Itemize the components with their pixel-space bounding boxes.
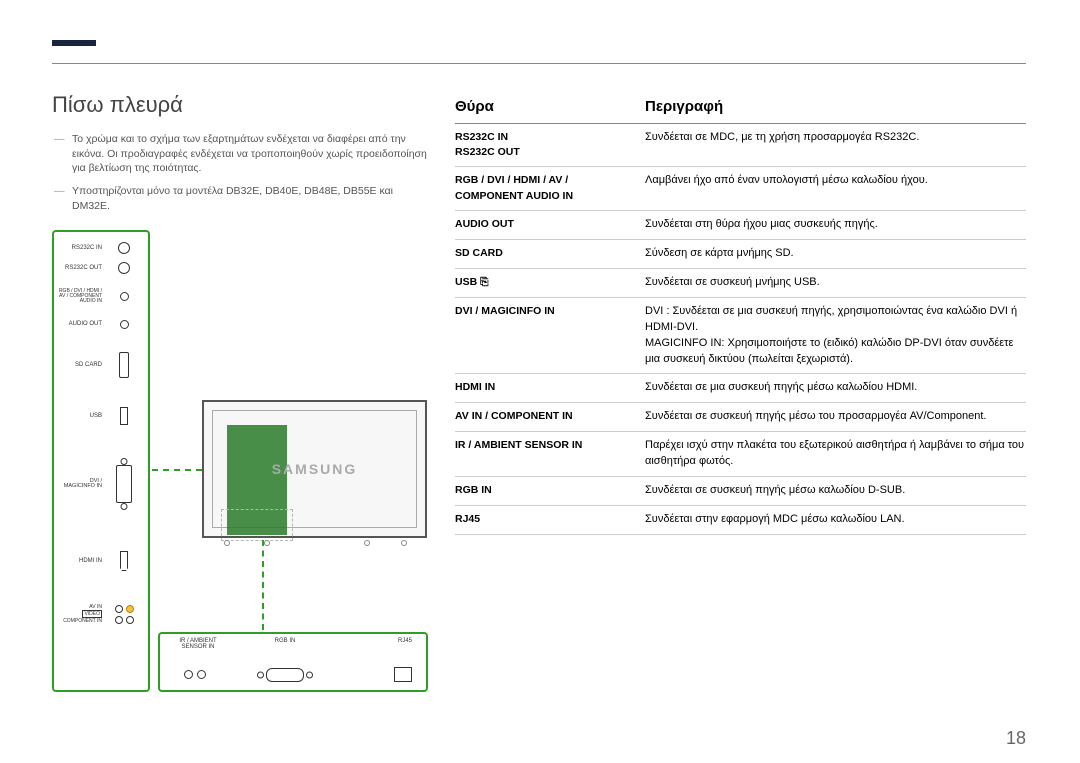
label-rgb-in: RGB IN: [230, 638, 340, 650]
table-row: SD CARDΣύνδεση σε κάρτα μνήμης SD.: [455, 239, 1026, 268]
left-column: Πίσω πλευρά Το χρώμα και το σχήμα των εξ…: [52, 92, 430, 221]
th-desc: Περιγραφή: [645, 98, 1026, 124]
port-sd-card-icon: [119, 352, 129, 378]
label-rs232c-in: RS232C IN: [58, 245, 106, 251]
port-ir-sensor-icon: [184, 670, 206, 679]
table-row: RJ45Συνδέεται στην εφαρμογή MDC μέσω καλ…: [455, 506, 1026, 535]
table-row: DVI / MAGICINFO INDVI : Συνδέεται σε μια…: [455, 297, 1026, 374]
label-video-badge: VIDEO: [82, 610, 102, 618]
table-row: HDMI INΣυνδέεται σε μια συσκευή πηγής μέ…: [455, 374, 1026, 403]
label-dvi-magicinfo: DVI / MAGICINFO IN: [58, 479, 106, 490]
side-port-panel: RS232C IN RS232C OUT RGB / DVI / HDMI / …: [52, 230, 150, 692]
th-port: Θύρα: [455, 98, 645, 124]
label-ir-sensor: IR / AMBIENT SENSOR IN: [160, 638, 230, 650]
label-hdmi-in: HDMI IN: [58, 558, 106, 564]
label-component-in: COMPONENT IN: [63, 618, 102, 624]
bottom-port-panel: IR / AMBIENT SENSOR IN RGB IN RJ45: [158, 632, 428, 692]
note-color-shape: Το χρώμα και το σχήμα των εξαρτημάτων εν…: [52, 132, 430, 176]
table-row: AV IN / COMPONENT INΣυνδέεται σε συσκευή…: [455, 403, 1026, 432]
label-rj45: RJ45: [340, 638, 426, 650]
port-rs232c-out-icon: [118, 262, 130, 274]
label-rs232c-out: RS232C OUT: [58, 265, 106, 271]
table-row: USB ⎘Συνδέεται σε συσκευή μνήμης USB.: [455, 268, 1026, 297]
port-audio-in-icon: [120, 292, 129, 301]
table-row: RGB INΣυνδέεται σε συσκευή πηγής μέσω κα…: [455, 477, 1026, 506]
connector-dash-horizontal: [152, 469, 202, 471]
page-number: 18: [1006, 728, 1026, 749]
page-title: Πίσω πλευρά: [52, 92, 430, 118]
table-row: RGB / DVI / HDMI / AV / COMPONENT AUDIO …: [455, 167, 1026, 210]
header-accent: [52, 40, 96, 46]
ports-table: Θύρα Περιγραφή RS232C IN RS232C OUTΣυνδέ…: [455, 98, 1026, 535]
port-rs232c-in-icon: [118, 242, 130, 254]
header-rule: [52, 63, 1026, 64]
table-row: IR / AMBIENT SENSOR INΠαρέχει ισχύ στην …: [455, 432, 1026, 477]
label-audio-out: AUDIO OUT: [58, 321, 106, 327]
port-audio-out-icon: [120, 320, 129, 329]
port-usb-icon: [120, 407, 128, 425]
rear-diagram: RS232C IN RS232C OUT RGB / DVI / HDMI / …: [52, 230, 430, 692]
port-dvi-icon: [116, 465, 132, 503]
label-sd-card: SD CARD: [58, 362, 106, 368]
monitor-outline: SAMSUNG: [202, 400, 427, 538]
label-audio-in: RGB / DVI / HDMI / AV / COMPONENT AUDIO …: [58, 289, 106, 304]
ports-table-wrapper: Θύρα Περιγραφή RS232C IN RS232C OUTΣυνδέ…: [455, 98, 1026, 535]
note-supported-models: Υποστηρίζονται μόνο τα μοντέλα DB32E, DB…: [52, 184, 430, 213]
port-av-component-icon: [115, 605, 134, 624]
port-rj45-icon: [394, 667, 412, 682]
label-usb: USB: [58, 413, 106, 419]
monitor-pcb: [227, 425, 287, 535]
port-hdmi-icon: [120, 551, 128, 571]
connector-dash-vertical: [262, 540, 264, 630]
table-row: RS232C IN RS232C OUTΣυνδέεται σε MDC, με…: [455, 124, 1026, 167]
table-row: AUDIO OUTΣυνδέεται στη θύρα ήχου μιας συ…: [455, 210, 1026, 239]
monitor-logo: SAMSUNG: [272, 461, 358, 477]
port-rgb-in-icon: [266, 668, 304, 682]
